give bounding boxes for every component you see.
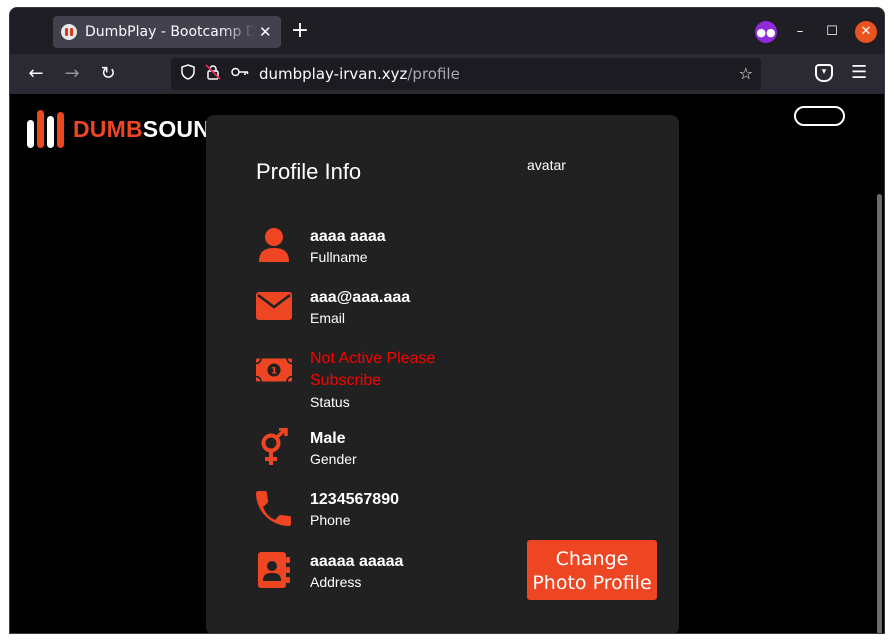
page-title: Profile Info bbox=[256, 159, 362, 184]
address-label: Address bbox=[310, 574, 362, 590]
info-row-address: aaaaa aaaaa Address bbox=[256, 552, 403, 590]
info-row-fullname: aaaa aaaa Fullname bbox=[256, 227, 386, 265]
address-value: aaaaa aaaaa bbox=[310, 553, 404, 570]
close-window-button[interactable]: ✕ bbox=[855, 21, 877, 43]
new-tab-button[interactable]: + bbox=[286, 18, 314, 46]
status-label: Status bbox=[310, 394, 350, 410]
insecure-lock-icon[interactable] bbox=[205, 64, 221, 84]
browser-window: DumbPlay - Bootcamp De ✕ + ●● – ☐ ✕ ← → … bbox=[9, 7, 885, 634]
info-row-email: aaa@aaa.aaa Email bbox=[256, 288, 410, 326]
info-row-gender: Male Gender bbox=[256, 428, 357, 467]
page-scrollbar[interactable] bbox=[872, 94, 884, 633]
tab-dumbplay[interactable]: DumbPlay - Bootcamp De ✕ bbox=[53, 16, 281, 48]
bookmark-star-icon[interactable]: ☆ bbox=[739, 64, 753, 83]
profile-card: Profile Info avatar aaaa aaaa Fullname a… bbox=[206, 115, 679, 633]
tab-title: DumbPlay - Bootcamp De bbox=[85, 24, 255, 40]
fullname-value: aaaa aaaa bbox=[310, 228, 386, 245]
envelope-icon bbox=[256, 288, 292, 324]
scrollbar-thumb[interactable] bbox=[877, 194, 882, 633]
fullname-label: Fullname bbox=[310, 249, 368, 265]
gender-value: Male bbox=[310, 430, 346, 447]
shield-icon[interactable] bbox=[181, 64, 195, 84]
key-icon[interactable] bbox=[231, 66, 249, 82]
user-dropdown-button[interactable] bbox=[794, 106, 845, 126]
svg-text:1: 1 bbox=[271, 367, 277, 377]
minimize-button[interactable]: – bbox=[789, 21, 811, 43]
avatar: avatar bbox=[527, 157, 566, 173]
phone-icon bbox=[256, 490, 292, 526]
navigation-bar: ← → ↻ dumbplay-irvan.xyz/profile ☆ ▾ ☰ bbox=[10, 54, 884, 94]
maximize-button[interactable]: ☐ bbox=[821, 21, 843, 43]
private-browsing-icon: ●● bbox=[755, 21, 777, 43]
user-icon bbox=[256, 227, 292, 263]
address-book-icon bbox=[256, 552, 292, 588]
page-content: DUMBSOUND Profile Info avatar aaaa aaaa … bbox=[10, 94, 872, 633]
brand-name: DUMBSOUND bbox=[73, 115, 227, 142]
gender-label: Gender bbox=[310, 451, 357, 467]
tab-close-icon[interactable]: ✕ bbox=[259, 23, 272, 41]
favicon-icon bbox=[61, 24, 77, 40]
brand-mark-icon bbox=[27, 110, 67, 148]
forward-button[interactable]: → bbox=[60, 62, 84, 86]
url-text[interactable]: dumbplay-irvan.xyz/profile bbox=[259, 65, 460, 83]
url-bar[interactable]: dumbplay-irvan.xyz/profile ☆ bbox=[171, 58, 761, 90]
tab-bar: DumbPlay - Bootcamp De ✕ + ●● – ☐ ✕ bbox=[10, 8, 884, 54]
pocket-icon[interactable]: ▾ bbox=[815, 64, 833, 82]
brand-logo[interactable]: DUMBSOUND bbox=[27, 110, 227, 148]
info-row-phone: 1234567890 Phone bbox=[256, 490, 399, 528]
money-bill-icon: 1 bbox=[256, 348, 292, 392]
email-value: aaa@aaa.aaa bbox=[310, 289, 411, 306]
reload-button[interactable]: ↻ bbox=[96, 62, 120, 86]
email-label: Email bbox=[310, 310, 346, 326]
phone-label: Phone bbox=[310, 512, 351, 528]
status-value: Not Active Please Subscribe bbox=[310, 350, 436, 389]
venus-mars-icon bbox=[256, 428, 292, 465]
change-photo-profile-button[interactable]: Change Photo Profile bbox=[527, 540, 657, 600]
hamburger-menu-icon[interactable]: ☰ bbox=[851, 62, 867, 83]
back-button[interactable]: ← bbox=[24, 62, 48, 86]
info-row-status: 1 Not Active Please Subscribe Status bbox=[256, 348, 480, 410]
phone-value: 1234567890 bbox=[310, 491, 399, 508]
